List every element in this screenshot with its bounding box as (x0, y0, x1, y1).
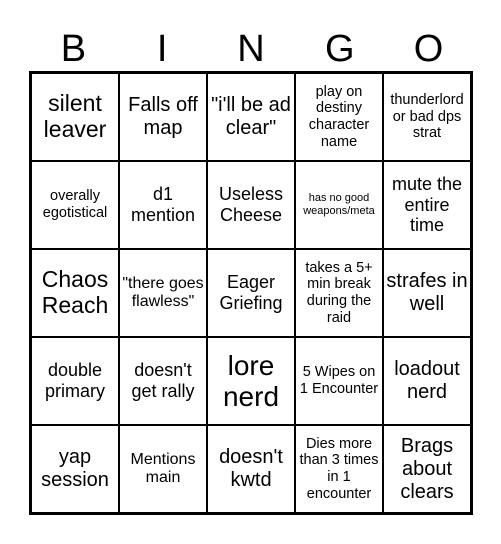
bingo-cell[interactable]: Eager Griefing (207, 249, 295, 337)
bingo-cell[interactable]: yap session (31, 425, 119, 513)
bingo-cell[interactable]: strafes in well (383, 249, 471, 337)
header-letter-g: G (325, 28, 355, 70)
bingo-cell[interactable]: has no good weapons/meta (295, 161, 383, 249)
bingo-cell[interactable]: Mentions main (119, 425, 207, 513)
bingo-cell[interactable]: mute the entire time (383, 161, 471, 249)
bingo-cell[interactable]: Dies more than 3 times in 1 encounter (295, 425, 383, 513)
bingo-cell[interactable]: doesn't get rally (119, 337, 207, 425)
header-letter-b: B (60, 28, 87, 70)
bingo-cell[interactable]: thunderlord or bad dps strat (383, 73, 471, 161)
bingo-cell[interactable]: d1 mention (119, 161, 207, 249)
bingo-cell[interactable]: 5 Wipes on 1 Encounter (295, 337, 383, 425)
header-letter-i: I (156, 28, 168, 70)
bingo-cell[interactable]: takes a 5+ min break during the raid (295, 249, 383, 337)
bingo-cell[interactable]: loadout nerd (383, 337, 471, 425)
bingo-cell[interactable]: play on destiny character name (295, 73, 383, 161)
bingo-grid: silent leaver Falls off map "i'll be ad … (29, 71, 473, 515)
bingo-cell[interactable]: overally egotistical (31, 161, 119, 249)
bingo-cell[interactable]: "i'll be ad clear" (207, 73, 295, 161)
bingo-cell[interactable]: doesn't kwtd (207, 425, 295, 513)
bingo-cell[interactable]: Chaos Reach (31, 249, 119, 337)
header-letter-n: N (237, 28, 265, 70)
bingo-header: B I N G O (29, 28, 473, 70)
bingo-cell[interactable]: double primary (31, 337, 119, 425)
bingo-cell[interactable]: Useless Cheese (207, 161, 295, 249)
bingo-cell[interactable]: silent leaver (31, 73, 119, 161)
bingo-cell[interactable]: "there goes flawless" (119, 249, 207, 337)
header-letter-o: O (413, 28, 444, 70)
bingo-cell[interactable]: lore nerd (207, 337, 295, 425)
bingo-cell[interactable]: Brags about clears (383, 425, 471, 513)
bingo-cell[interactable]: Falls off map (119, 73, 207, 161)
